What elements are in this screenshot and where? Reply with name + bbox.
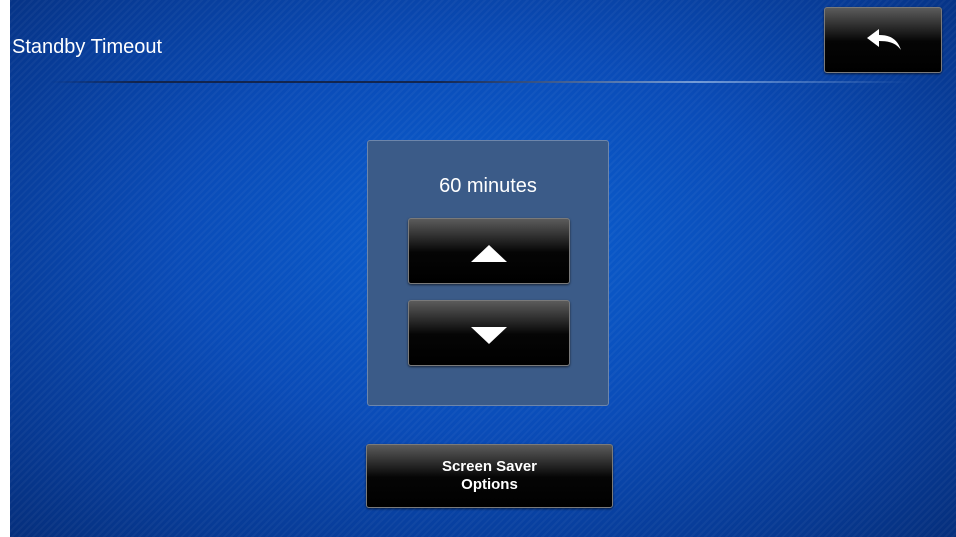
timeout-panel: 60 minutes <box>367 140 609 406</box>
page-title: Standby Timeout <box>12 36 163 58</box>
back-arrow-icon <box>867 29 901 50</box>
triangle-up-icon <box>471 245 507 262</box>
screen-saver-options-button[interactable]: Screen Saver Options <box>366 444 613 508</box>
triangle-down-icon <box>471 327 507 344</box>
decrease-timeout-button[interactable] <box>408 300 570 366</box>
increase-timeout-button[interactable] <box>408 218 570 284</box>
header-divider <box>50 81 910 83</box>
timeout-value: 60 minutes <box>439 175 537 197</box>
screen-saver-options-label: Screen Saver Options <box>441 458 538 493</box>
touch-screen: Standby Timeout 60 minutes Screen Saver … <box>10 0 956 537</box>
back-button[interactable] <box>824 7 942 73</box>
